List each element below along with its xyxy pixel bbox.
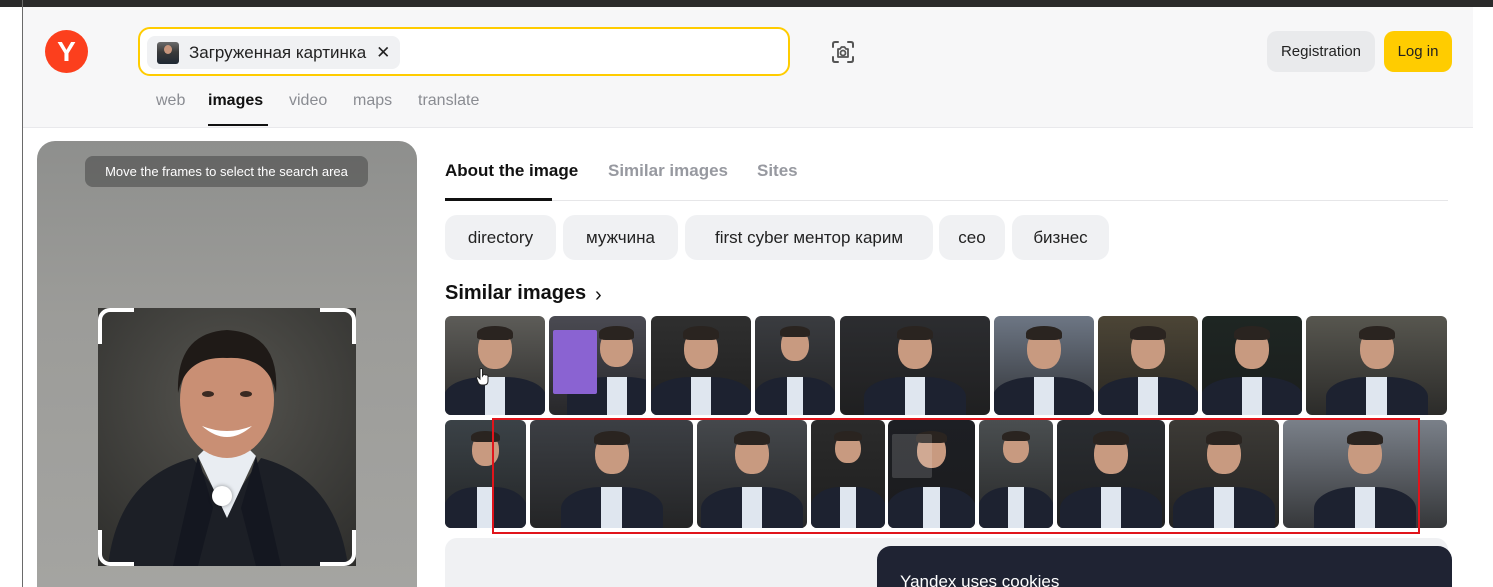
nav-translate[interactable]: translate [418, 92, 479, 110]
uploaded-photo [98, 308, 356, 566]
logo-letter: Y [57, 35, 76, 67]
uploaded-image-thumbnail [157, 41, 179, 64]
tag-chip[interactable]: мужчина [563, 215, 678, 260]
window-top-bar [0, 0, 1493, 7]
tab-similar-images[interactable]: Similar images [608, 161, 728, 181]
yandex-logo[interactable]: Y [45, 30, 88, 73]
crop-frame-corner-bottom-left[interactable] [98, 530, 134, 566]
similar-image-thumbnail[interactable] [755, 316, 835, 415]
tag-chip[interactable]: сео [939, 215, 1005, 260]
tag-chip[interactable]: first cyber ментор карим [685, 215, 933, 260]
similar-image-thumbnail[interactable] [445, 316, 545, 415]
similar-image-thumbnail[interactable] [1202, 316, 1302, 415]
similar-image-thumbnail[interactable] [651, 316, 751, 415]
image-crop-panel: Move the frames to select the search are… [37, 141, 417, 587]
tab-about-the-image[interactable]: About the image [445, 161, 578, 181]
uploaded-image-chip[interactable]: Загруженная картинка ✕ [147, 36, 401, 69]
tab-active-underline [445, 198, 552, 201]
cookie-banner: Yandex uses cookies [877, 546, 1452, 587]
camera-search-icon[interactable] [830, 39, 856, 65]
similar-image-thumbnail[interactable] [549, 316, 646, 415]
tab-sites[interactable]: Sites [757, 161, 798, 181]
crop-frame-corner-top-right[interactable] [320, 308, 356, 344]
crop-drag-handle[interactable] [212, 486, 232, 506]
similar-image-thumbnail[interactable] [840, 316, 990, 415]
quote-overlay [553, 330, 597, 394]
uploaded-image-chip-label: Загруженная картинка [189, 42, 367, 62]
nav-web[interactable]: web [156, 92, 185, 110]
close-icon[interactable]: ✕ [376, 43, 390, 63]
nav-active-underline [208, 124, 268, 126]
similar-images-heading[interactable]: Similar images [445, 282, 586, 305]
hand-cursor-icon [476, 368, 489, 386]
tag-chip[interactable]: directory [445, 215, 556, 260]
cookie-banner-text: Yandex uses cookies [900, 572, 1060, 587]
tabs-divider [445, 200, 1448, 201]
nav-video[interactable]: video [289, 92, 327, 110]
similar-image-thumbnail[interactable] [1098, 316, 1198, 415]
nav-images[interactable]: images [208, 92, 263, 110]
registration-button[interactable]: Registration [1267, 31, 1375, 72]
crop-hint: Move the frames to select the search are… [85, 156, 368, 187]
similar-image-thumbnail[interactable] [994, 316, 1094, 415]
crop-frame-corner-top-left[interactable] [98, 308, 134, 344]
tag-chip[interactable]: бизнес [1012, 215, 1109, 260]
chevron-right-icon[interactable]: › [595, 284, 602, 307]
highlight-frame [492, 418, 1420, 534]
crop-frame-corner-bottom-right[interactable] [320, 530, 356, 566]
login-button[interactable]: Log in [1384, 31, 1452, 72]
nav-maps[interactable]: maps [353, 92, 392, 110]
similar-image-thumbnail[interactable] [1306, 316, 1447, 415]
search-box[interactable]: Загруженная картинка ✕ [138, 27, 790, 76]
